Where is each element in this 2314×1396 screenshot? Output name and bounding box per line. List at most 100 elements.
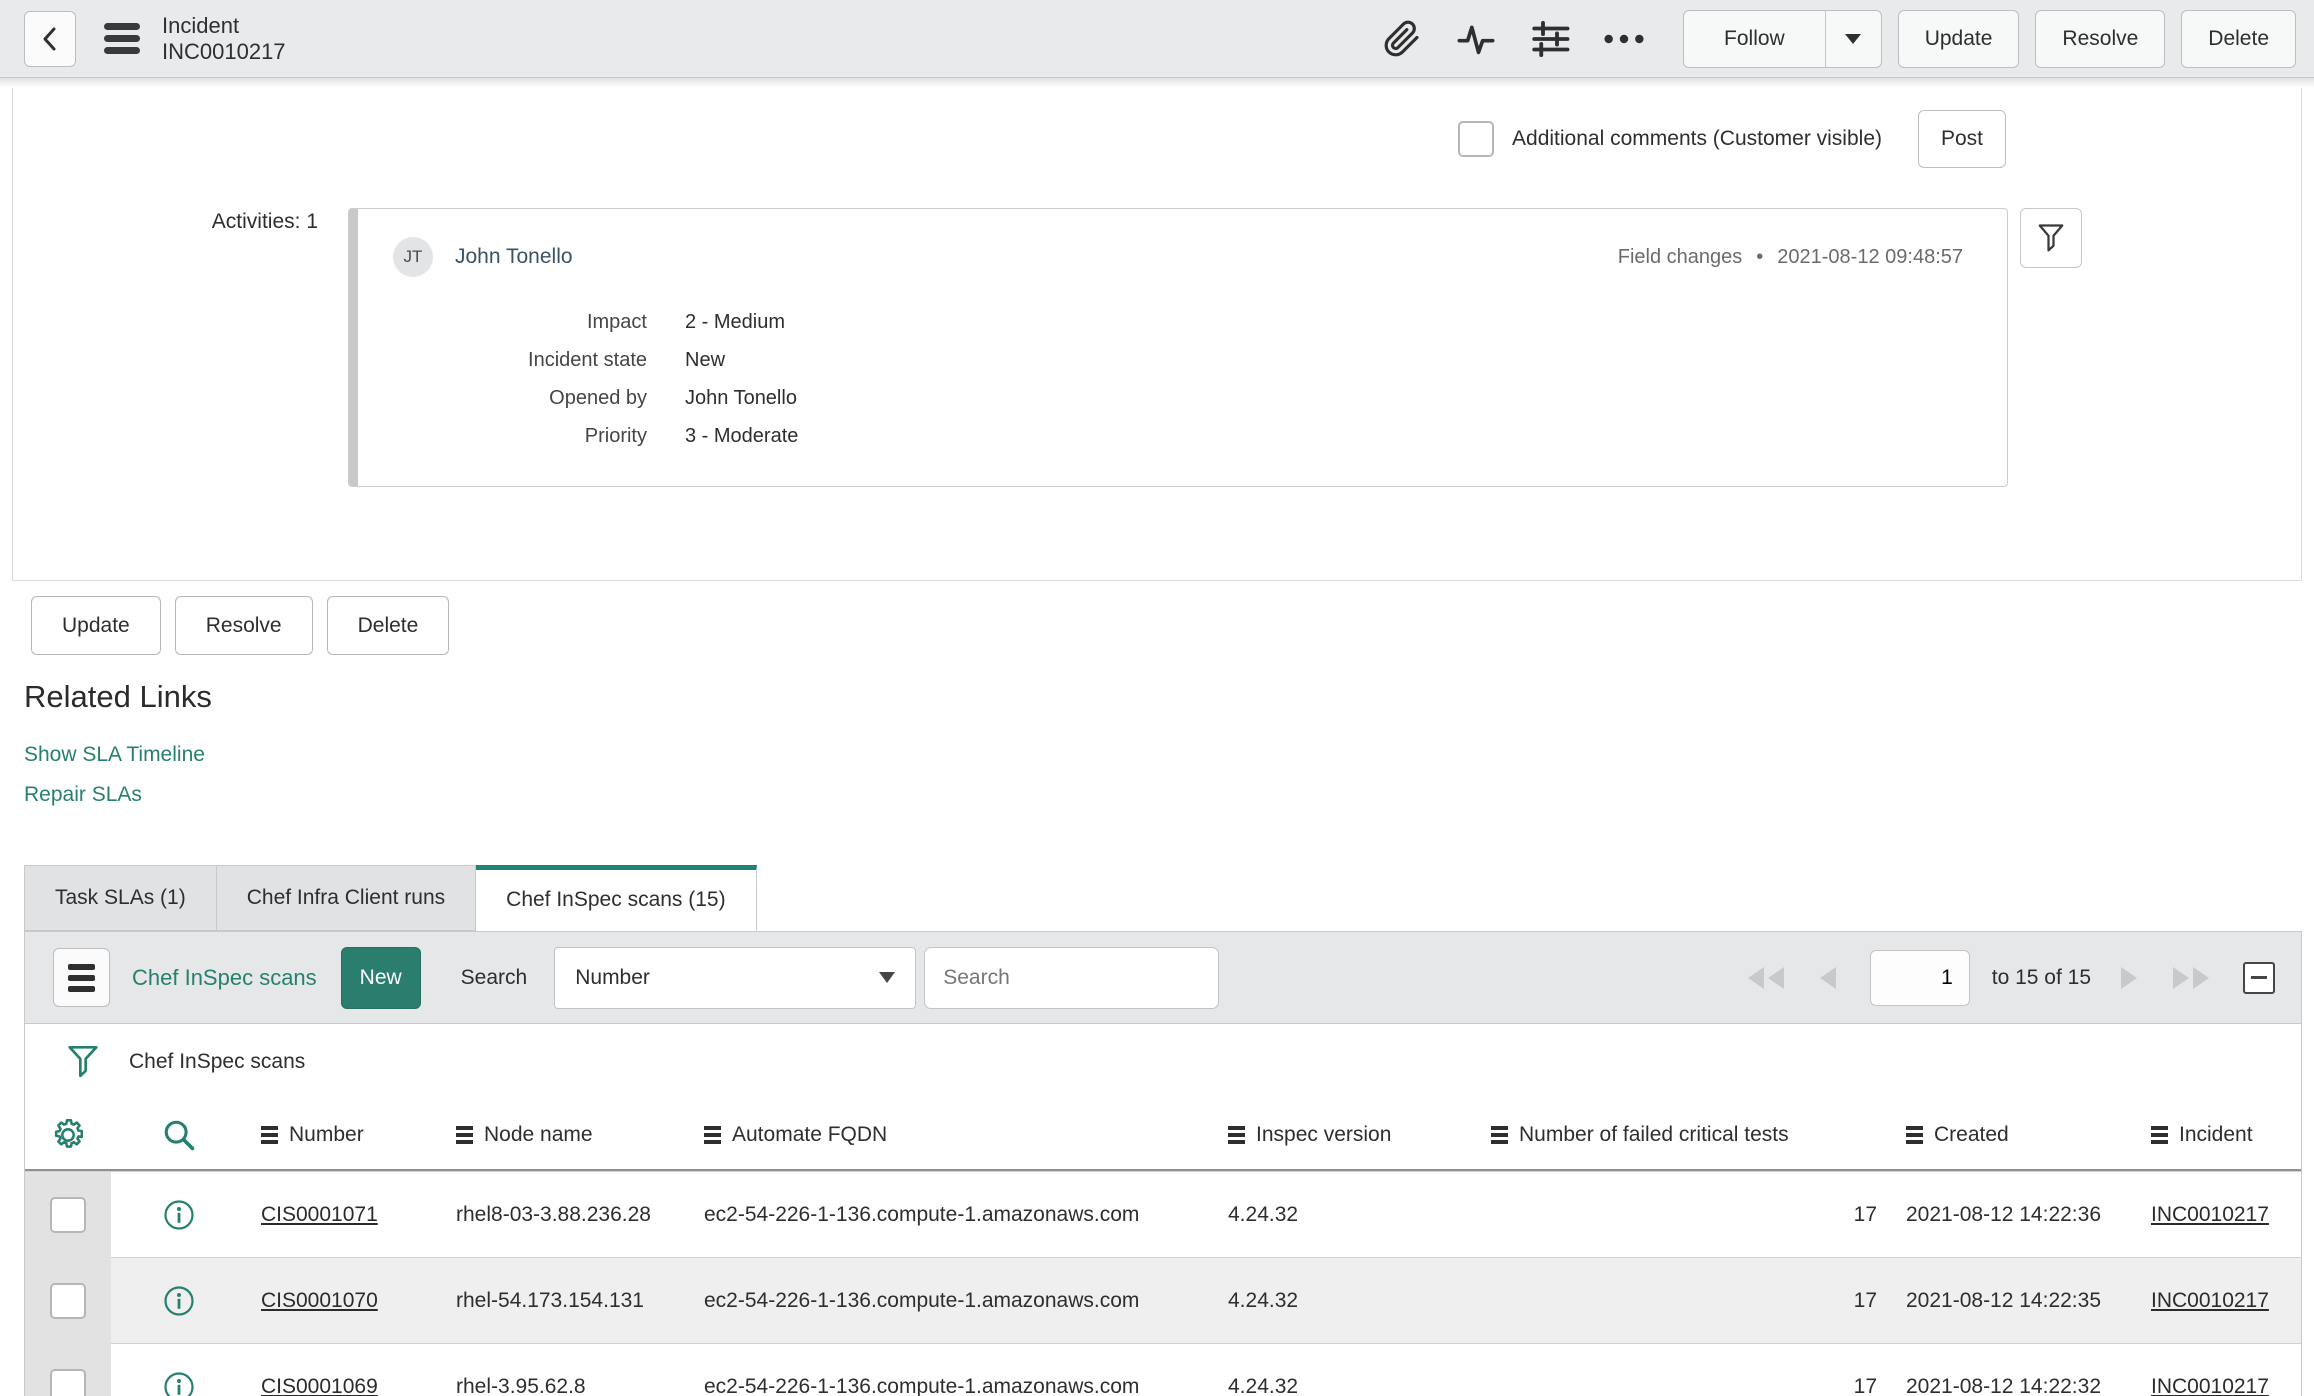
record-type-label: Incident — [162, 12, 240, 38]
activity-card-stripe — [349, 209, 358, 486]
next-page-icon[interactable] — [2119, 965, 2141, 991]
list-title[interactable]: Chef InSpec scans — [132, 965, 317, 991]
column-header-node-name[interactable]: Node name — [441, 1123, 689, 1147]
attachment-paperclip-icon[interactable] — [1379, 16, 1425, 62]
record-title: Incident INC0010217 — [162, 13, 286, 65]
created-cell: 2021-08-12 14:22:35 — [1906, 1289, 2101, 1312]
field-value: 3 - Moderate — [685, 425, 799, 447]
page-number-input[interactable] — [1869, 949, 1970, 1006]
additional-comments-checkbox[interactable] — [1458, 121, 1495, 157]
tab-task-slas[interactable]: Task SLAs (1) — [24, 865, 217, 931]
show-sla-timeline-link[interactable]: Show SLA Timeline — [24, 741, 2314, 769]
field-value: 2 - Medium — [685, 311, 786, 333]
column-menu-icon — [1228, 1125, 1245, 1144]
new-record-button[interactable]: New — [340, 946, 421, 1009]
field-change-row: Incident state New — [393, 341, 1963, 379]
scan-number-link[interactable]: CIS0001069 — [261, 1375, 378, 1396]
additional-comments-label: Additional comments (Customer visible) — [1512, 127, 1882, 150]
record-number-label: INC0010217 — [162, 38, 286, 64]
activities-count-label: Activities: 1 — [211, 210, 318, 233]
more-options-icon[interactable] — [1601, 16, 1647, 62]
update-button-header[interactable]: Update — [1897, 9, 2020, 68]
field-label: Impact — [586, 311, 647, 333]
tab-chef-inspec-scans[interactable]: Chef InSpec scans (15) — [476, 865, 757, 931]
field-label: Opened by — [549, 387, 647, 409]
field-label: Incident state — [528, 349, 647, 371]
row-checkbox[interactable] — [50, 1369, 86, 1396]
tab-chef-infra-client-runs[interactable]: Chef Infra Client runs — [216, 865, 477, 931]
activity-filter-button[interactable] — [2020, 208, 2082, 268]
incident-link[interactable]: INC0010217 — [2151, 1203, 2269, 1226]
scan-number-link[interactable]: CIS0001070 — [261, 1289, 378, 1312]
follow-button[interactable]: Follow — [1684, 11, 1825, 67]
column-header-inspec-version[interactable]: Inspec version — [1213, 1123, 1476, 1147]
row-info-icon[interactable] — [111, 1285, 246, 1317]
column-menu-icon — [704, 1125, 721, 1144]
column-header-automate-fqdn[interactable]: Automate FQDN — [689, 1123, 1213, 1147]
resolve-button[interactable]: Resolve — [174, 596, 313, 655]
field-value: John Tonello — [685, 387, 797, 409]
scan-number-link[interactable]: CIS0001071 — [261, 1203, 378, 1226]
select-caret-icon — [879, 972, 896, 983]
delete-button[interactable]: Delete — [326, 596, 450, 655]
search-column-select[interactable]: Number — [554, 946, 917, 1009]
row-info-icon[interactable] — [111, 1199, 246, 1231]
filter-breadcrumb[interactable]: Chef InSpec scans — [129, 1050, 305, 1074]
previous-page-icon[interactable] — [1816, 965, 1838, 991]
context-menu-icon[interactable] — [104, 23, 140, 54]
column-header-number[interactable]: Number — [246, 1123, 441, 1147]
search-input[interactable] — [924, 946, 1220, 1009]
column-menu-icon — [2151, 1125, 2168, 1144]
automate-fqdn-cell: ec2-54-226-1-136.compute-1.amazonaws.com — [704, 1203, 1140, 1226]
funnel-icon — [2036, 221, 2066, 255]
list-gear-icon[interactable] — [25, 1117, 111, 1153]
activity-pulse-icon[interactable] — [1453, 16, 1499, 62]
column-header-created[interactable]: Created — [1891, 1123, 2136, 1147]
update-button[interactable]: Update — [31, 596, 161, 655]
incident-link[interactable]: INC0010217 — [2151, 1289, 2269, 1312]
search-column-value: Number — [575, 965, 650, 989]
column-menu-icon — [1491, 1125, 1508, 1144]
activity-timestamp: 2021-08-12 09:48:57 — [1777, 245, 1963, 268]
filter-funnel-icon[interactable] — [67, 1042, 99, 1082]
incident-form-region: Additional comments (Customer visible) P… — [12, 88, 2302, 581]
first-page-icon[interactable] — [1744, 965, 1788, 991]
personalize-sliders-icon[interactable] — [1527, 16, 1573, 62]
list-filter-row: Chef InSpec scans — [25, 1024, 2301, 1100]
list-search-icon[interactable] — [111, 1118, 246, 1152]
chef-inspec-scans-list: Chef InSpec scans New Search Number to 1… — [24, 931, 2302, 1396]
activity-user-link[interactable]: John Tonello — [455, 245, 573, 269]
header-actions: Follow Update Resolve Delete — [1351, 9, 2296, 68]
resolve-button-header[interactable]: Resolve — [2035, 9, 2166, 68]
field-change-row: Priority 3 - Moderate — [393, 417, 1963, 455]
field-change-row: Impact 2 - Medium — [393, 303, 1963, 341]
row-info-icon[interactable] — [111, 1371, 246, 1396]
row-checkbox[interactable] — [50, 1197, 86, 1233]
created-cell: 2021-08-12 14:22:32 — [1906, 1375, 2101, 1396]
last-page-icon[interactable] — [2169, 965, 2213, 991]
field-label: Priority — [584, 425, 647, 447]
inspec-version-cell: 4.24.32 — [1228, 1375, 1299, 1396]
field-value: New — [685, 349, 726, 371]
avatar: JT — [393, 237, 433, 277]
row-checkbox[interactable] — [50, 1283, 86, 1319]
post-button[interactable]: Post — [1918, 110, 2006, 168]
related-lists-tabs: Task SLAs (1) Chef Infra Client runs Che… — [24, 865, 2314, 931]
list-header-row: Number Node name Automate FQDN Inspec ve… — [25, 1100, 2301, 1171]
collapse-list-icon[interactable] — [2243, 961, 2275, 994]
delete-button-header[interactable]: Delete — [2181, 9, 2296, 68]
repair-slas-link[interactable]: Repair SLAs — [24, 781, 2314, 809]
related-links-section: Related Links Show SLA Timeline Repair S… — [24, 679, 2314, 809]
incident-link[interactable]: INC0010217 — [2151, 1375, 2269, 1396]
back-button[interactable] — [24, 10, 76, 67]
column-header-failed-critical-tests[interactable]: Number of failed critical tests — [1476, 1123, 1891, 1147]
column-header-incident[interactable]: Incident — [2136, 1123, 2301, 1147]
node-name-cell: rhel8-03-3.88.236.28 — [456, 1203, 651, 1226]
meta-separator-dot: • — [1756, 245, 1764, 268]
follow-dropdown-button[interactable] — [1824, 10, 1881, 67]
activity-type-label: Field changes — [1617, 245, 1743, 268]
list-context-menu-button[interactable] — [53, 948, 110, 1007]
column-menu-icon — [261, 1125, 278, 1144]
column-menu-icon — [1906, 1125, 1923, 1144]
node-name-cell: rhel-54.173.154.131 — [456, 1289, 644, 1312]
